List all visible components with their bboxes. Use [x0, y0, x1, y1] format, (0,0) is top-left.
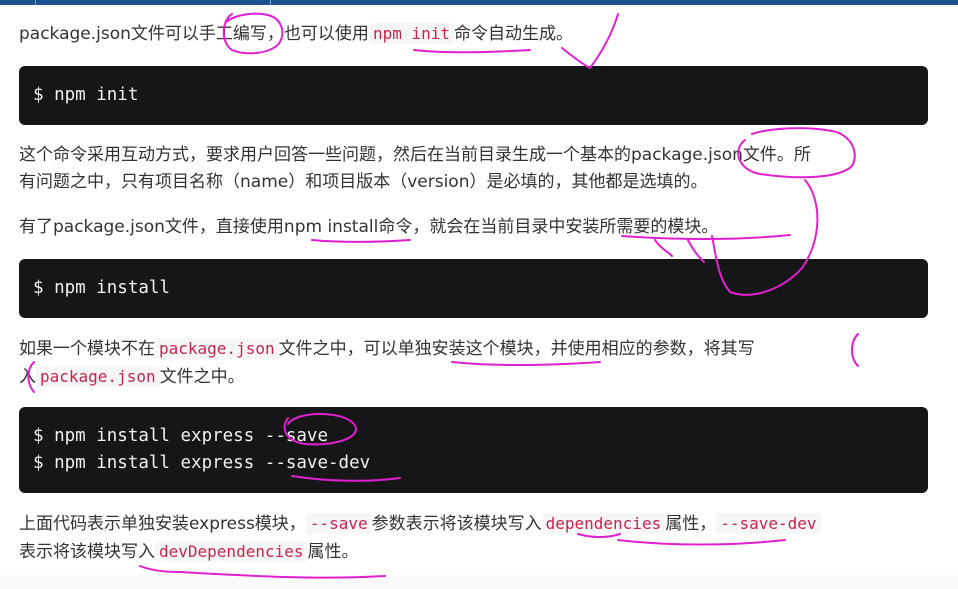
code-block-npm-install[interactable]: $ npm install — [19, 259, 928, 318]
paragraph-npm-init-description: 这个命令采用互动方式，要求用户回答一些问题，然后在当前目录生成一个基本的pack… — [19, 142, 932, 196]
paragraph-npm-install: 有了package.json文件，直接使用npm install命令，就会在当前… — [19, 217, 719, 237]
text-line: 上面代码表示单独安装express模块， --save 参数表示将该模块写入 depe… — [19, 510, 932, 538]
text-line: 入 package.json 文件之中。 — [19, 363, 932, 391]
code-block-npm-install-express[interactable]: $ npm install express --save $ npm insta… — [19, 407, 928, 493]
code-block-npm-init[interactable]: $ npm init — [19, 66, 928, 125]
text-line: 表示将该模块写入 devDependencies 属性。 — [19, 538, 932, 566]
text-segment: package.json文件可以手工编写，也可以使用 — [19, 24, 369, 44]
toolbar-separator — [35, 0, 36, 5]
annotation-underline-npm-init — [413, 49, 531, 54]
text-segment: 参数表示将该模块写入 — [371, 514, 542, 534]
text-segment: 如果一个模块不在 — [19, 339, 155, 359]
top-toolbar-strip — [0, 0, 958, 5]
text-segment: 属性。 — [307, 542, 359, 562]
inline-code: devDependencies — [155, 541, 308, 562]
inline-code: package.json — [36, 366, 160, 387]
inline-code: --save-dev — [716, 513, 821, 534]
code-line: $ npm install express --save — [33, 426, 329, 446]
inline-code: dependencies — [541, 513, 666, 534]
text-segment: 入 — [19, 367, 36, 387]
text-line: 有问题之中，只有项目名称（name）和项目版本（version）是必填的，其他都… — [19, 172, 708, 192]
text-segment: 属性， — [665, 514, 717, 534]
text-segment: 文件之中，可以单独安装这个模块，并使用相应的参数，将其写 — [278, 339, 755, 359]
code-line: $ npm install — [33, 278, 170, 298]
paragraph-npm-init-intro: package.json文件可以手工编写，也可以使用 npm init 命令自动生成… — [19, 20, 932, 48]
paragraph-single-module: 如果一个模块不在 package.json 文件之中，可以单独安装这个模块，并使用相… — [19, 335, 932, 391]
text-segment: 命令自动生成。 — [454, 24, 573, 44]
code-line: $ npm install express --save-dev — [33, 453, 371, 473]
inline-code: npm init — [368, 23, 454, 44]
code-line: $ npm init — [33, 85, 139, 105]
text-segment: 上面代码表示单独安装express模块， — [19, 514, 306, 534]
text-segment: 文件之中。 — [159, 367, 245, 387]
inline-code: --save — [305, 513, 372, 534]
toolbar-separator — [270, 0, 271, 5]
inline-code: package.json — [155, 338, 279, 359]
text-line: 这个命令采用互动方式，要求用户回答一些问题，然后在当前目录生成一个基本的pack… — [19, 145, 811, 165]
text-segment: 表示将该模块写入 — [19, 542, 155, 562]
paragraph-save-flags: 上面代码表示单独安装express模块， --save 参数表示将该模块写入 depe… — [19, 510, 932, 566]
page-bottom-edge — [0, 575, 958, 589]
text-line: 如果一个模块不在 package.json 文件之中，可以单独安装这个模块，并使用相… — [19, 335, 932, 363]
